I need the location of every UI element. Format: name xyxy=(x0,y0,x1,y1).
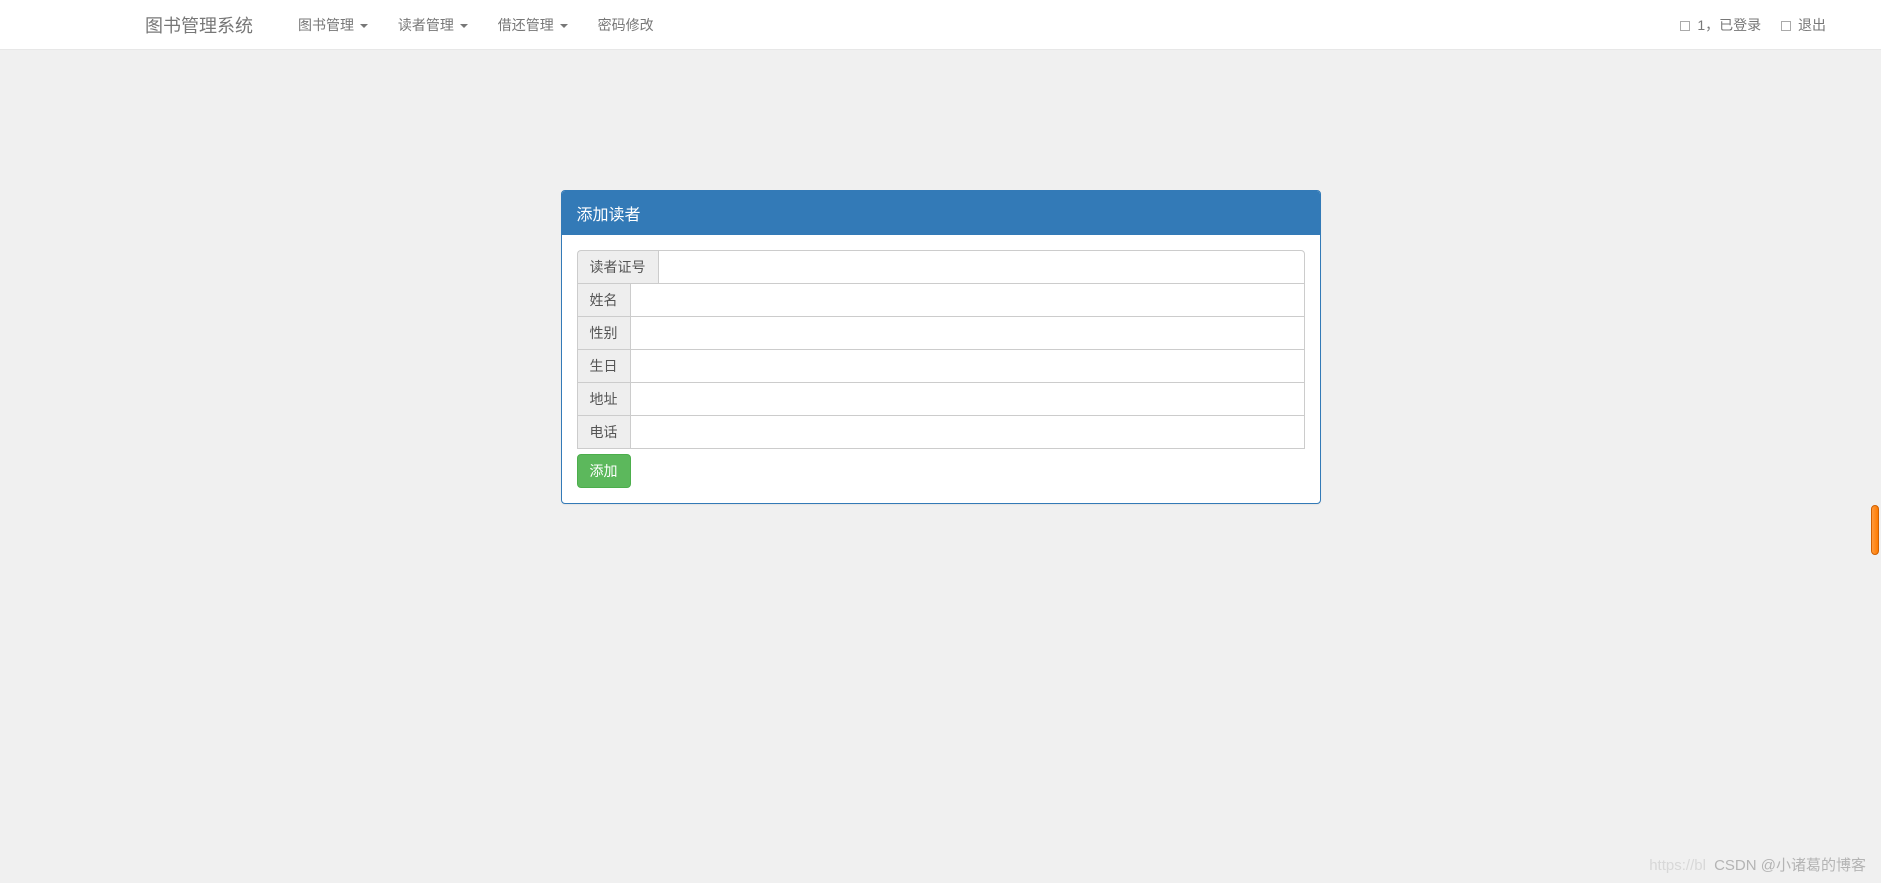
field-gender: 性别 xyxy=(577,316,1305,350)
logout-icon xyxy=(1781,21,1791,31)
nav-item-reader-manage[interactable]: 读者管理 xyxy=(383,0,483,50)
panel-title: 添加读者 xyxy=(562,191,1320,235)
address-input[interactable] xyxy=(630,382,1305,416)
brand-title: 图书管理系统 xyxy=(130,0,268,53)
nav-item-password-change[interactable]: 密码修改 xyxy=(583,0,669,50)
logout-text: 退出 xyxy=(1798,17,1826,33)
field-label: 生日 xyxy=(577,349,630,383)
name-input[interactable] xyxy=(630,283,1305,317)
navbar-right: 1，已登录 退出 xyxy=(1670,0,1836,50)
field-name: 姓名 xyxy=(577,283,1305,317)
nav-item-book-manage[interactable]: 图书管理 xyxy=(283,0,383,50)
field-label: 姓名 xyxy=(577,283,630,317)
watermark-text: CSDN @小诸葛的博客 xyxy=(1714,857,1866,874)
birthday-input[interactable] xyxy=(630,349,1305,383)
nav-menu: 图书管理 读者管理 借还管理 密码修改 xyxy=(283,0,669,50)
nav-label: 密码修改 xyxy=(598,17,654,33)
field-label: 性别 xyxy=(577,316,630,350)
top-navbar: 图书管理系统 图书管理 读者管理 借还管理 密码修改 xyxy=(0,0,1881,50)
reader-id-input[interactable] xyxy=(658,250,1305,284)
add-reader-panel: 添加读者 读者证号 姓名 性别 生日 地址 电话 xyxy=(561,190,1321,504)
field-label: 地址 xyxy=(577,382,630,416)
user-status-link[interactable]: 1，已登录 xyxy=(1670,0,1771,50)
scrollbar-thumb[interactable] xyxy=(1871,505,1879,555)
phone-input[interactable] xyxy=(630,415,1305,449)
logout-link[interactable]: 退出 xyxy=(1771,0,1836,50)
chevron-down-icon xyxy=(360,24,368,28)
user-icon xyxy=(1680,21,1690,31)
add-button[interactable]: 添加 xyxy=(577,454,631,488)
gender-input[interactable] xyxy=(630,316,1305,350)
field-birthday: 生日 xyxy=(577,349,1305,383)
chevron-down-icon xyxy=(560,24,568,28)
watermark: https://bl CSDN @小诸葛的博客 xyxy=(1649,854,1866,875)
main-container: 添加读者 读者证号 姓名 性别 生日 地址 电话 xyxy=(561,190,1321,504)
field-address: 地址 xyxy=(577,382,1305,416)
field-label: 电话 xyxy=(577,415,630,449)
chevron-down-icon xyxy=(460,24,468,28)
nav-label: 图书管理 xyxy=(298,17,354,33)
nav-label: 读者管理 xyxy=(398,17,454,33)
field-reader-id: 读者证号 xyxy=(577,250,1305,284)
user-status-text: 1，已登录 xyxy=(1697,17,1761,33)
watermark-faint: https://bl xyxy=(1649,857,1706,874)
nav-item-borrow-manage[interactable]: 借还管理 xyxy=(483,0,583,50)
field-phone: 电话 xyxy=(577,415,1305,449)
nav-label: 借还管理 xyxy=(498,17,554,33)
panel-body: 读者证号 姓名 性别 生日 地址 电话 添加 xyxy=(562,235,1320,503)
field-label: 读者证号 xyxy=(577,250,658,284)
